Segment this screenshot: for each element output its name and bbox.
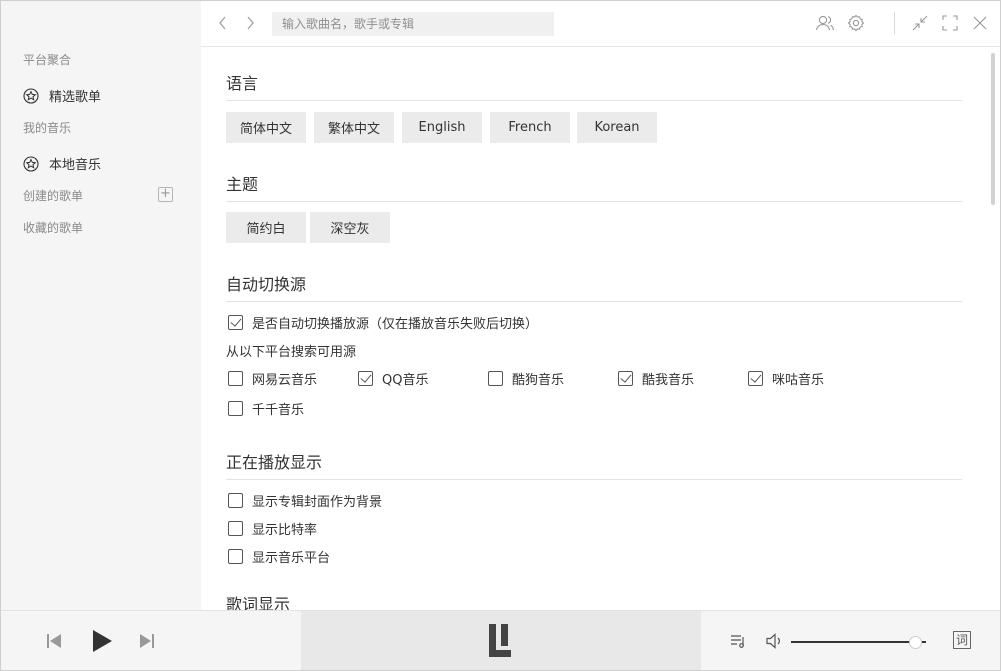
chevron-right-icon[interactable] (242, 14, 258, 32)
volume-icon[interactable] (765, 632, 785, 650)
section-divider (226, 100, 962, 101)
section-title-auto-switch: 自动切换源 (226, 275, 307, 294)
checkbox[interactable] (488, 371, 503, 386)
volume-slider-track[interactable] (791, 641, 926, 643)
section-divider (226, 301, 962, 302)
section-divider (226, 479, 962, 480)
source-checkbox-migu[interactable]: 咪咕音乐 (748, 369, 824, 388)
language-option-korean[interactable]: Korean (577, 112, 657, 143)
checkbox[interactable] (228, 521, 243, 536)
checkbox-label: 显示专辑封面作为背景 (252, 495, 383, 510)
section-title-theme: 主题 (226, 175, 259, 194)
play-icon[interactable] (91, 629, 113, 653)
source-checkbox-qq[interactable]: QQ音乐 (358, 369, 428, 388)
sidebar-group-collected-playlists: 收藏的歌单 (23, 221, 84, 235)
checkbox-label: 显示音乐平台 (252, 551, 331, 566)
add-playlist-button[interactable]: + (158, 187, 173, 202)
option-show-bitrate[interactable]: 显示比特率 (228, 519, 317, 538)
top-divider (894, 12, 895, 34)
theme-option-white[interactable]: 简约白 (226, 212, 306, 243)
source-checkbox-qianqian[interactable]: 千千音乐 (228, 399, 304, 418)
checkbox[interactable] (358, 371, 373, 386)
fullscreen-icon[interactable] (940, 13, 960, 33)
language-option-french[interactable]: French (490, 112, 570, 143)
section-title-lyrics: 歌词显示 (226, 595, 291, 610)
checkbox-label: 是否自动切换播放源（仅在播放音乐失败后切换） (252, 317, 539, 332)
language-option-zh-hans[interactable]: 简体中文 (226, 112, 306, 143)
user-icon[interactable] (815, 13, 835, 33)
sidebar-item-local-music[interactable]: 本地音乐 (23, 154, 101, 173)
player-bar: 词 (1, 610, 1000, 670)
language-option-english[interactable]: English (402, 112, 482, 143)
next-track-icon[interactable] (139, 632, 155, 650)
section-title-now-playing: 正在播放显示 (226, 453, 323, 472)
source-checkbox-kugou[interactable]: 酷狗音乐 (488, 369, 564, 388)
app-window: 平台聚合 精选歌单 我的音乐 本地音乐 创建的歌单 + 收藏的歌单 语言 简体中… (0, 0, 1001, 671)
sidebar-group-my-music: 我的音乐 (23, 121, 72, 135)
minimize-icon[interactable] (910, 13, 930, 33)
checkbox[interactable] (228, 549, 243, 564)
close-icon[interactable] (970, 13, 990, 33)
checkbox[interactable] (228, 401, 243, 416)
checkbox[interactable] (228, 315, 243, 330)
star-icon (23, 155, 39, 172)
checkbox-label: 千千音乐 (252, 403, 305, 418)
option-show-platform[interactable]: 显示音乐平台 (228, 547, 330, 566)
checkbox-label: 酷我音乐 (642, 373, 695, 388)
checkbox-label: 酷狗音乐 (512, 373, 565, 388)
section-title-language: 语言 (226, 74, 259, 93)
star-icon (23, 87, 39, 104)
theme-option-dark-gray[interactable]: 深空灰 (310, 212, 390, 243)
checkbox[interactable] (618, 371, 633, 386)
checkbox[interactable] (228, 493, 243, 508)
section-divider (226, 201, 962, 202)
option-album-cover-background[interactable]: 显示专辑封面作为背景 (228, 491, 382, 510)
checkbox[interactable] (748, 371, 763, 386)
source-checkbox-kuwo[interactable]: 酷我音乐 (618, 369, 694, 388)
sources-label: 从以下平台搜索可用源 (226, 345, 357, 360)
auto-switch-checkbox[interactable]: 是否自动切换播放源（仅在播放音乐失败后切换） (228, 313, 538, 332)
now-playing-area[interactable] (301, 611, 701, 670)
sidebar-item-label: 本地音乐 (49, 158, 102, 173)
scrollbar[interactable] (991, 53, 995, 205)
lyrics-button[interactable]: 词 (953, 631, 971, 649)
checkbox-label: 显示比特率 (252, 523, 318, 538)
checkbox-label: 咪咕音乐 (772, 373, 825, 388)
app-logo-icon (489, 624, 511, 657)
sidebar-item-label: 精选歌单 (49, 90, 102, 105)
sidebar-group-created-playlists: 创建的歌单 (23, 189, 84, 203)
volume-slider-handle[interactable] (909, 636, 923, 649)
language-option-zh-hant[interactable]: 繁体中文 (314, 112, 394, 143)
settings-panel: 语言 简体中文 繁体中文 English French Korean 主题 简约… (201, 48, 1000, 610)
previous-track-icon[interactable] (46, 632, 62, 650)
checkbox-label: QQ音乐 (382, 373, 429, 388)
sidebar: 平台聚合 精选歌单 我的音乐 本地音乐 创建的歌单 + 收藏的歌单 (1, 1, 201, 610)
chevron-left-icon[interactable] (215, 14, 231, 32)
search-input[interactable] (272, 12, 554, 36)
top-bar (201, 1, 1000, 47)
source-checkbox-netease[interactable]: 网易云音乐 (228, 369, 317, 388)
sidebar-item-featured-playlists[interactable]: 精选歌单 (23, 86, 101, 105)
checkbox-label: 网易云音乐 (252, 373, 318, 388)
checkbox[interactable] (228, 371, 243, 386)
playlist-icon[interactable] (729, 632, 747, 650)
gear-icon[interactable] (846, 13, 866, 33)
sidebar-group-platform: 平台聚合 (23, 53, 72, 67)
plus-icon: + (160, 186, 171, 201)
